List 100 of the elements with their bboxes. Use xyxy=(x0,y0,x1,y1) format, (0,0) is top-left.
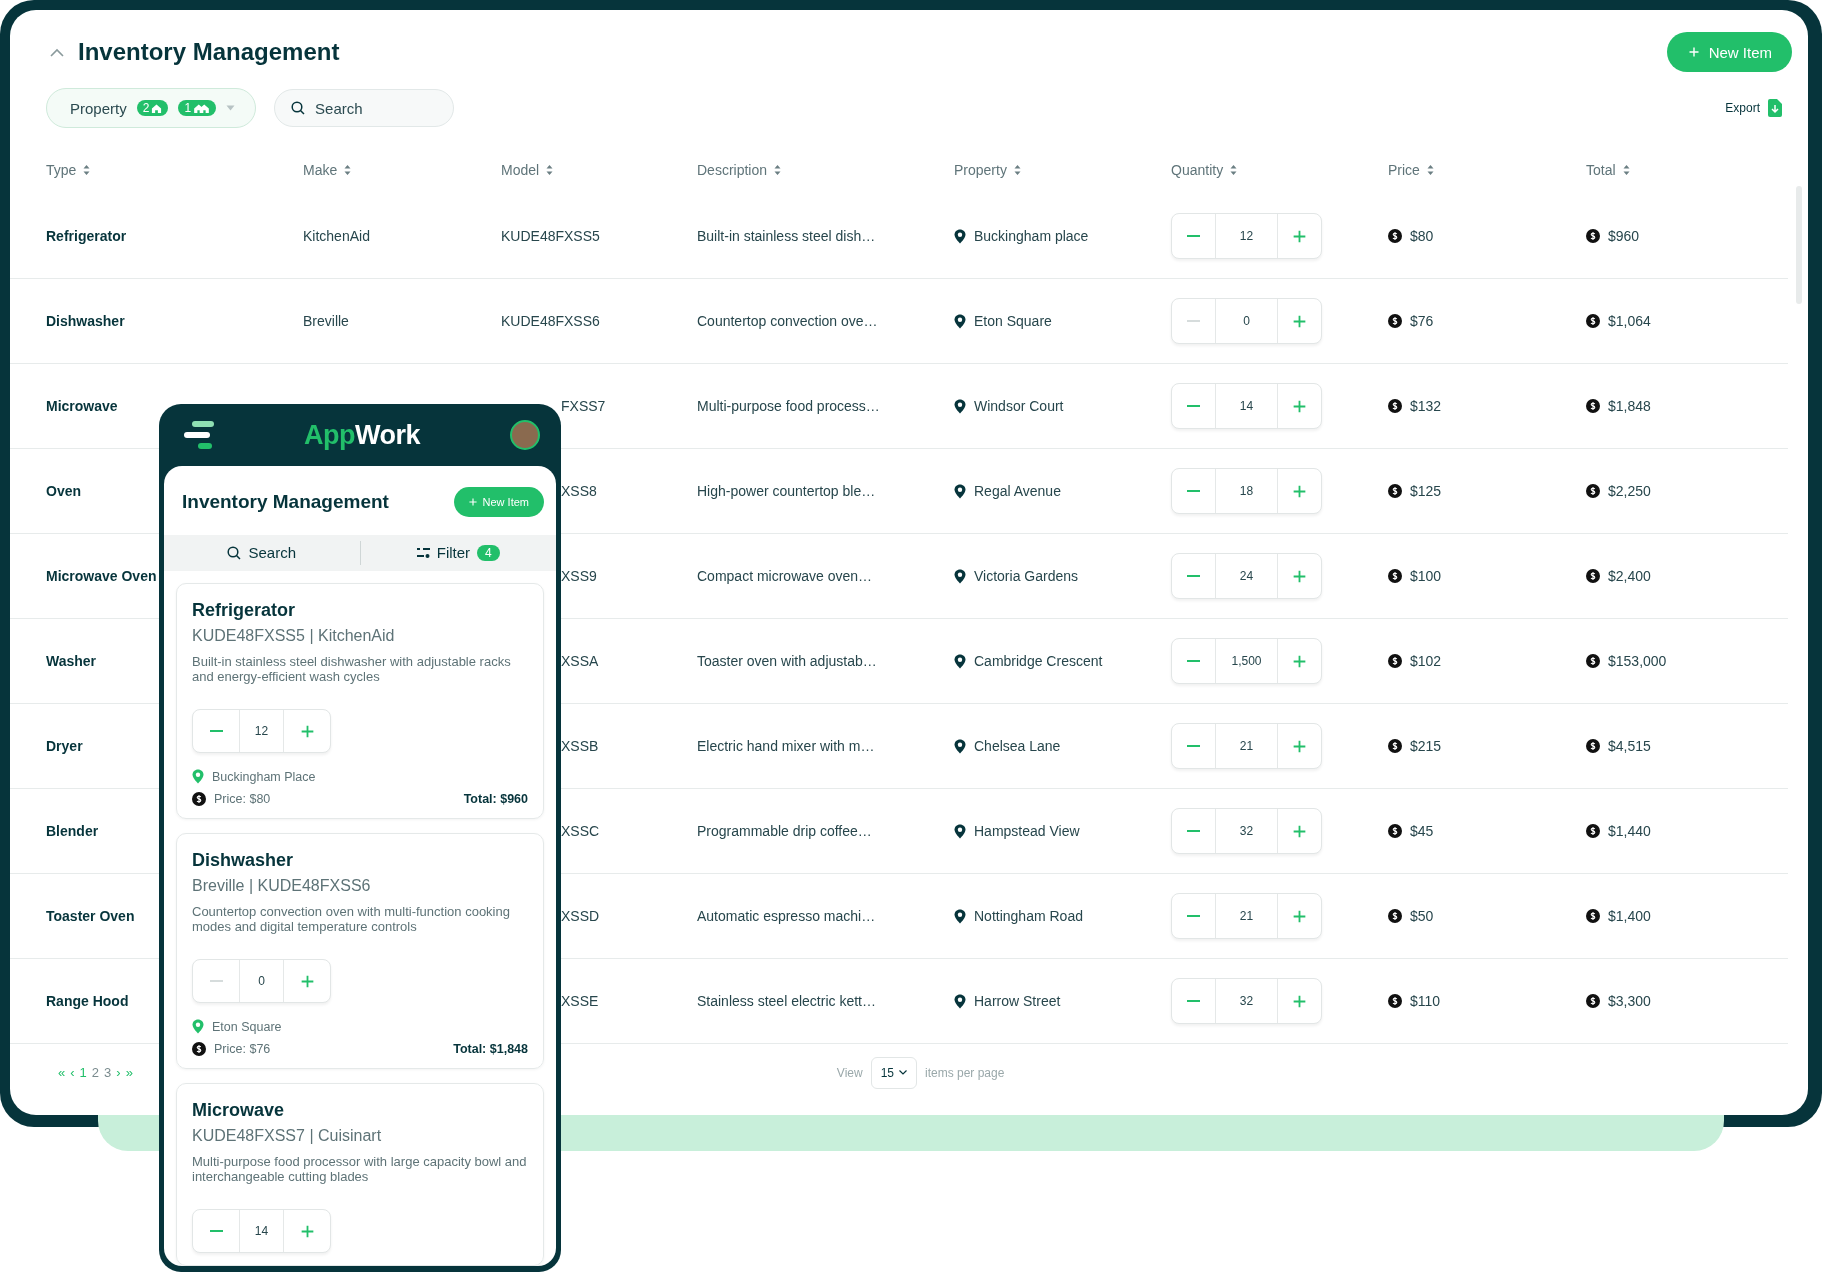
export-link[interactable]: Export xyxy=(1725,101,1760,115)
column-header[interactable]: Description xyxy=(697,162,768,178)
quantity-stepper[interactable]: 1,500 xyxy=(1171,638,1322,684)
column-header[interactable]: Quantity xyxy=(1171,162,1224,178)
quantity-stepper[interactable]: 24 xyxy=(1171,553,1322,599)
price-cell: $102 xyxy=(1410,653,1442,669)
filter-icon xyxy=(416,547,430,559)
quantity-stepper[interactable]: 21 xyxy=(1171,893,1322,939)
quantity-stepper[interactable]: 0 xyxy=(1171,298,1322,344)
quantity-stepper[interactable]: 14 xyxy=(1171,383,1322,429)
column-header[interactable]: Property xyxy=(954,162,1007,178)
location-pin-icon xyxy=(954,398,966,414)
search-button[interactable]: Search xyxy=(164,543,360,563)
quantity-stepper[interactable]: 32 xyxy=(1171,808,1322,854)
column-header[interactable]: Price xyxy=(1388,162,1420,178)
file-download-icon[interactable] xyxy=(1768,99,1782,117)
minus-icon xyxy=(1187,1000,1200,1002)
location-pin-icon xyxy=(954,568,966,584)
plus-icon xyxy=(300,974,314,988)
property-cell: Hampstead View xyxy=(974,823,1080,839)
card-price: Price: $80 xyxy=(214,792,271,807)
coin-icon xyxy=(1388,824,1402,838)
card-price: Price: $76 xyxy=(214,1042,271,1057)
coin-icon xyxy=(1388,484,1402,498)
quantity-stepper[interactable]: 0 xyxy=(192,959,331,1004)
property-filter[interactable]: Property 2 1 xyxy=(46,88,257,128)
price-cell: $76 xyxy=(1410,313,1434,329)
price-cell: $110 xyxy=(1410,993,1441,1009)
price-cell: $132 xyxy=(1410,398,1442,414)
minus-icon xyxy=(1187,320,1200,322)
filter-button[interactable]: Filter 4 xyxy=(360,543,556,563)
plus-icon xyxy=(300,1224,314,1238)
sort-icon[interactable] xyxy=(1426,164,1434,176)
quantity-stepper[interactable]: 14 xyxy=(192,1209,331,1253)
sort-icon[interactable] xyxy=(344,164,352,176)
collapse-chevron-icon[interactable] xyxy=(50,47,64,57)
page-title: Inventory Management xyxy=(78,38,340,66)
houses-icon xyxy=(193,102,211,114)
page-link[interactable]: 3 xyxy=(104,1065,112,1080)
quantity-stepper[interactable]: 12 xyxy=(192,709,331,754)
model-cell: XSSA xyxy=(561,653,599,669)
total-cell: $153,000 xyxy=(1608,653,1667,669)
sort-icon[interactable] xyxy=(774,164,782,176)
quantity-stepper[interactable]: 12 xyxy=(1171,213,1322,259)
type-cell: Blender xyxy=(46,823,99,839)
card-title: Dishwasher xyxy=(192,850,295,872)
avatar[interactable] xyxy=(510,420,540,450)
sort-icon[interactable] xyxy=(1622,164,1630,176)
quantity-stepper[interactable]: 21 xyxy=(1171,723,1322,769)
quantity-value[interactable]: 21 xyxy=(1215,894,1278,938)
description-cell: Automatic espresso machi… xyxy=(697,908,876,924)
quantity-value[interactable]: 0 xyxy=(239,960,284,1003)
type-cell: Range Hood xyxy=(46,993,129,1009)
model-cell: XSSD xyxy=(561,908,600,924)
total-cell: $2,250 xyxy=(1608,483,1651,499)
sort-icon[interactable] xyxy=(1013,164,1021,176)
location-pin-icon xyxy=(954,908,966,924)
card-subtitle: Breville | KUDE48FXSS6 xyxy=(192,877,372,896)
filter-count-badge: 4 xyxy=(477,544,500,561)
minus-icon xyxy=(1187,830,1200,832)
plus-icon xyxy=(1293,994,1306,1008)
quantity-value[interactable]: 14 xyxy=(1215,384,1278,428)
coin-icon xyxy=(1586,909,1600,923)
search-field[interactable]: Search xyxy=(274,89,455,127)
total-cell: $1,400 xyxy=(1608,908,1651,924)
sort-icon[interactable] xyxy=(1230,164,1238,176)
minus-icon xyxy=(1187,915,1200,917)
quantity-value[interactable]: 21 xyxy=(1215,724,1278,768)
sort-icon[interactable] xyxy=(546,164,554,176)
column-header[interactable]: Type xyxy=(46,162,77,178)
quantity-stepper[interactable]: 18 xyxy=(1171,468,1322,514)
total-cell: $1,848 xyxy=(1608,398,1651,414)
column-header[interactable]: Total xyxy=(1586,162,1616,178)
card-description: Built-in stainless steel dishwasher with adjustable racks and energy-efficient wash cycles xyxy=(192,655,512,686)
type-cell: Toaster Oven xyxy=(46,908,135,924)
sort-icon[interactable] xyxy=(83,164,91,176)
column-header[interactable]: Make xyxy=(303,162,338,178)
coin-icon xyxy=(1586,739,1600,753)
per-page-select[interactable]: 15 xyxy=(870,1056,917,1089)
model-cell: XSSE xyxy=(561,993,599,1009)
card-title: Refrigerator xyxy=(192,600,297,622)
quantity-value[interactable]: 32 xyxy=(1215,809,1278,853)
quantity-value[interactable]: 18 xyxy=(1215,469,1278,513)
page-link[interactable]: 2 xyxy=(91,1065,100,1080)
quantity-value[interactable]: 12 xyxy=(239,710,284,753)
description-cell: Programmable drip coffee… xyxy=(697,823,872,839)
column-header[interactable]: Model xyxy=(501,162,540,178)
quantity-value[interactable]: 0 xyxy=(1215,299,1278,343)
type-cell: Dishwasher xyxy=(46,313,125,329)
card-total: Total: $960 xyxy=(463,792,528,807)
description-cell: Compact microwave oven… xyxy=(697,568,873,584)
quantity-value[interactable]: 1,500 xyxy=(1215,639,1278,683)
coin-icon xyxy=(1388,739,1402,753)
quantity-value[interactable]: 32 xyxy=(1215,979,1278,1023)
plus-icon xyxy=(468,498,477,507)
quantity-value[interactable]: 24 xyxy=(1215,554,1278,598)
price-cell: $100 xyxy=(1410,568,1442,584)
quantity-stepper[interactable]: 32 xyxy=(1171,978,1322,1024)
quantity-value[interactable]: 14 xyxy=(239,1210,284,1252)
quantity-value[interactable]: 12 xyxy=(1215,214,1278,258)
